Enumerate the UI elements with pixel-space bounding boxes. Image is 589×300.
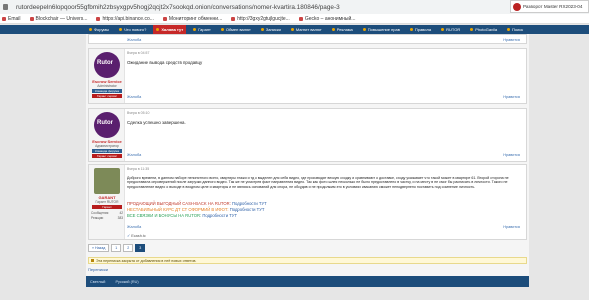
report-link[interactable]: Жалоба	[127, 38, 141, 42]
globe-icon	[96, 16, 101, 21]
like-button[interactable]: Нравится	[503, 38, 520, 42]
bookmark-3[interactable]: Мониторинг обменни...	[162, 16, 222, 22]
prev-message-footer: Жалоба Нравится	[88, 34, 527, 44]
message-user: Escrow Service Администратор Команда фор…	[89, 109, 125, 161]
message-3: GARANT Гарант RUTOR Гарант Сообщения 42 Р…	[88, 164, 527, 240]
tab-ads[interactable]: Реклама	[329, 25, 356, 34]
tab-forums[interactable]: Форумы	[86, 25, 112, 34]
like-button[interactable]: Нравится	[503, 225, 520, 229]
tab-notes[interactable]: Записки	[258, 25, 284, 34]
tab-rutor[interactable]: RUTOR	[438, 25, 463, 34]
bookmark-0[interactable]: Email	[2, 16, 21, 22]
mail-icon	[2, 16, 6, 21]
report-link[interactable]: Жалоба	[127, 95, 141, 99]
address-bar[interactable]: rutordeepeln6lopqoor55gfbmih2zbsyxgpv5ho…	[0, 0, 589, 14]
promo-block: ПРОДАЮЩИЙ ВЫГОДНЫЙ CASH-BACK НА RUTOR: П…	[127, 201, 520, 219]
url-text[interactable]: rutordeepeln6lopqoor55gfbmih2zbsyxgpv5ho…	[16, 4, 340, 11]
user-stat: Сообщения 42	[91, 211, 123, 215]
user-stat: Реакции 383	[91, 216, 123, 220]
message-body: Ожидание вывода средств продавцу	[127, 60, 203, 65]
like-button[interactable]: Нравится	[503, 153, 520, 157]
promo-link[interactable]: Подробности ТУТ	[202, 213, 237, 218]
site-footer: Светлый Русский (RU)	[86, 276, 529, 287]
bookmark-2[interactable]: https://api.binance.co...	[96, 16, 154, 22]
tab-freebies[interactable]: Халява тут	[153, 25, 187, 34]
user-badge: Гарант	[92, 205, 122, 209]
message-1: Escrow Service Administrator Команда фор…	[88, 48, 527, 104]
style-chooser[interactable]: Светлый	[90, 280, 105, 284]
search-button[interactable]: Поиск	[504, 25, 526, 34]
page-link-current[interactable]: 3	[135, 244, 146, 252]
report-link[interactable]: Жалоба	[127, 153, 141, 157]
tab-whats-new[interactable]: Что нового?	[116, 25, 149, 34]
user-badge: Гарант сервис	[92, 154, 122, 158]
bookmarks-bar: Email Blockchair — Univers... https://ap…	[0, 14, 589, 24]
like-button[interactable]: Нравится	[503, 95, 520, 99]
bookmark-5[interactable]: Gecko – анонимный...	[298, 16, 355, 22]
message-footer: Жалоба Нравится	[127, 225, 520, 229]
message-date[interactable]: Вчера в 04:57	[127, 51, 149, 55]
message-footer: Жалоба Нравится	[127, 95, 520, 99]
conversation-page: Жалоба Нравится Escrow Service Administr…	[86, 34, 529, 287]
gecko-icon	[298, 16, 303, 21]
tab-magnet[interactable]: Магнит валют	[288, 25, 325, 34]
pagination: « Назад 1 2 3	[88, 244, 146, 252]
message-body: Сделка успешно завершена.	[127, 120, 186, 125]
promo-line: ВСЕ СВЯЗКИ И БОНУСЫ НА RUTOR: Подробност…	[127, 213, 238, 218]
user-badge: Гарант сервис	[92, 94, 122, 98]
avatar-icon	[513, 3, 521, 11]
forum-navbar: Форумы Что нового? Халява тут Гарант Обм…	[0, 25, 589, 34]
bookmark-1[interactable]: Blockchair — Univers...	[29, 16, 87, 22]
promo-link[interactable]: Подробности ТУТ	[230, 207, 265, 212]
tab-exchange[interactable]: Обмен валют	[218, 25, 254, 34]
bookmark-4[interactable]: http://3gxy2gtujlgucjte...	[231, 16, 290, 22]
message-body: Доброго времени, в данном наборе непонят…	[127, 176, 509, 189]
closed-notice: Эта переписка закрыта от добавления в не…	[88, 257, 527, 264]
user-title: Administrator	[97, 84, 117, 88]
message-date[interactable]: Вчера в 05:10	[127, 111, 149, 115]
avatar[interactable]	[94, 168, 120, 194]
user-title: Гарант RUTOR	[95, 200, 119, 204]
report-link[interactable]: Жалоба	[127, 225, 141, 229]
message-footer: Жалоба Нравится	[127, 153, 520, 157]
message-date[interactable]: Вчера в 11:35	[127, 167, 149, 171]
tab-upgrade[interactable]: Повышение прав	[360, 25, 403, 34]
page-link[interactable]: 2	[123, 244, 134, 252]
tab-photo[interactable]: PhotoGavila	[467, 25, 500, 34]
blockchair-icon	[29, 16, 34, 21]
message-user: Escrow Service Administrator Команда фор…	[89, 49, 125, 103]
avatar[interactable]	[94, 52, 120, 78]
tab-garant[interactable]: Гарант	[190, 25, 214, 34]
monitor-icon	[162, 16, 167, 21]
user-badge: Команда форума	[92, 149, 122, 153]
language-chooser[interactable]: Русский (RU)	[115, 280, 138, 284]
globe-icon	[231, 16, 236, 21]
notification-toast[interactable]: Разворот Master RX2023-04	[510, 0, 589, 13]
prev-page-button[interactable]: « Назад	[88, 244, 110, 252]
prev-footer: Жалоба Нравится	[127, 38, 520, 42]
onion-icon	[3, 4, 8, 10]
promo-link[interactable]: Подробности ТУТ	[232, 201, 267, 206]
page-link[interactable]: 1	[111, 244, 122, 252]
user-badge: Команда форума	[92, 89, 122, 93]
message-user: GARANT Гарант RUTOR Гарант Сообщения 42 Р…	[89, 165, 125, 239]
breadcrumb[interactable]: Переписки	[88, 267, 108, 272]
right-margin	[529, 34, 589, 287]
avatar[interactable]	[94, 112, 120, 138]
lock-icon	[91, 259, 94, 262]
message-2: Escrow Service Администратор Команда фор…	[88, 108, 527, 162]
tab-rules[interactable]: Правила	[407, 25, 434, 34]
reaction-bar[interactable]: ✓ Ecash.tc	[127, 233, 520, 238]
user-title: Администратор	[95, 144, 119, 148]
